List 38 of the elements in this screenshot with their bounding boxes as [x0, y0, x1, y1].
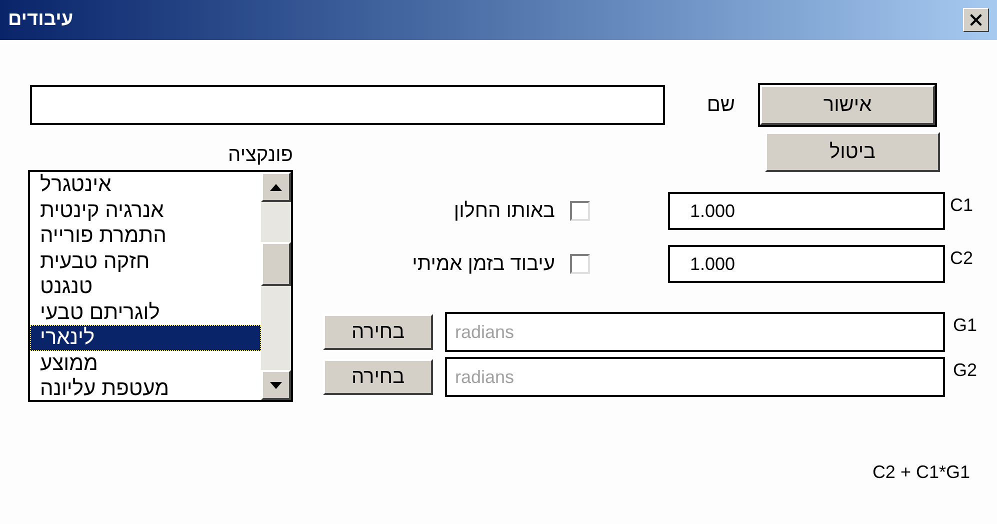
name-label: שם — [706, 93, 735, 118]
list-item[interactable]: אינטגרל — [30, 172, 261, 198]
checkbox[interactable] — [570, 201, 590, 221]
scroll-thumb[interactable] — [261, 242, 291, 286]
list-item[interactable]: טנגנט — [30, 274, 261, 300]
function-listbox[interactable]: אינטגרל אנרגיה קינטית התמרת פורייה חזקה טבעית טנגנט לוגריתם טבעי לינארי ממוצע מעטפת עליונה — [28, 170, 293, 402]
formula-text: C2 + C1*G1 — [872, 461, 970, 484]
coefficient-field[interactable]: 1.000 — [668, 192, 945, 230]
unit-label: G1 — [953, 314, 978, 337]
cancel-button[interactable]: ביטול — [765, 132, 940, 172]
coefficient-field[interactable]: 1.000 — [668, 245, 945, 283]
unit-field[interactable]: radians — [445, 312, 945, 352]
function-label: פונקציה — [228, 143, 293, 168]
up-arrow-icon — [270, 184, 282, 190]
window-title: עיבודים — [8, 8, 74, 32]
scroll-down-button[interactable] — [261, 370, 291, 400]
close-button[interactable] — [963, 8, 989, 32]
list-item[interactable]: חזקה טבעית — [30, 248, 261, 274]
scrollbar[interactable] — [261, 172, 291, 400]
scroll-up-button[interactable] — [261, 172, 291, 202]
down-arrow-icon — [270, 382, 282, 388]
checkbox-label: עיבוד בזמן אמיתי — [412, 252, 555, 277]
checkbox-label: באותו החלון — [454, 199, 555, 224]
choose-button[interactable]: בחירה — [323, 314, 433, 350]
ok-button[interactable]: אישור — [760, 85, 935, 125]
list-item[interactable]: לוגריתם טבעי — [30, 300, 261, 325]
list-item[interactable]: לינארי — [30, 325, 261, 350]
coefficient-label: C2 — [950, 247, 974, 270]
list-item[interactable]: אנרגיה קינטית — [30, 198, 261, 223]
choose-button[interactable]: בחירה — [323, 359, 433, 395]
list-item[interactable]: מעטפת עליונה — [30, 376, 261, 400]
coefficient-label: C1 — [950, 194, 974, 217]
list-item[interactable]: התמרת פורייה — [30, 223, 261, 248]
unit-field[interactable]: radians — [445, 357, 945, 397]
list-item[interactable]: ממוצע — [30, 350, 261, 376]
checkbox[interactable] — [570, 254, 590, 274]
unit-label: G2 — [953, 359, 978, 382]
name-field[interactable] — [30, 85, 665, 125]
